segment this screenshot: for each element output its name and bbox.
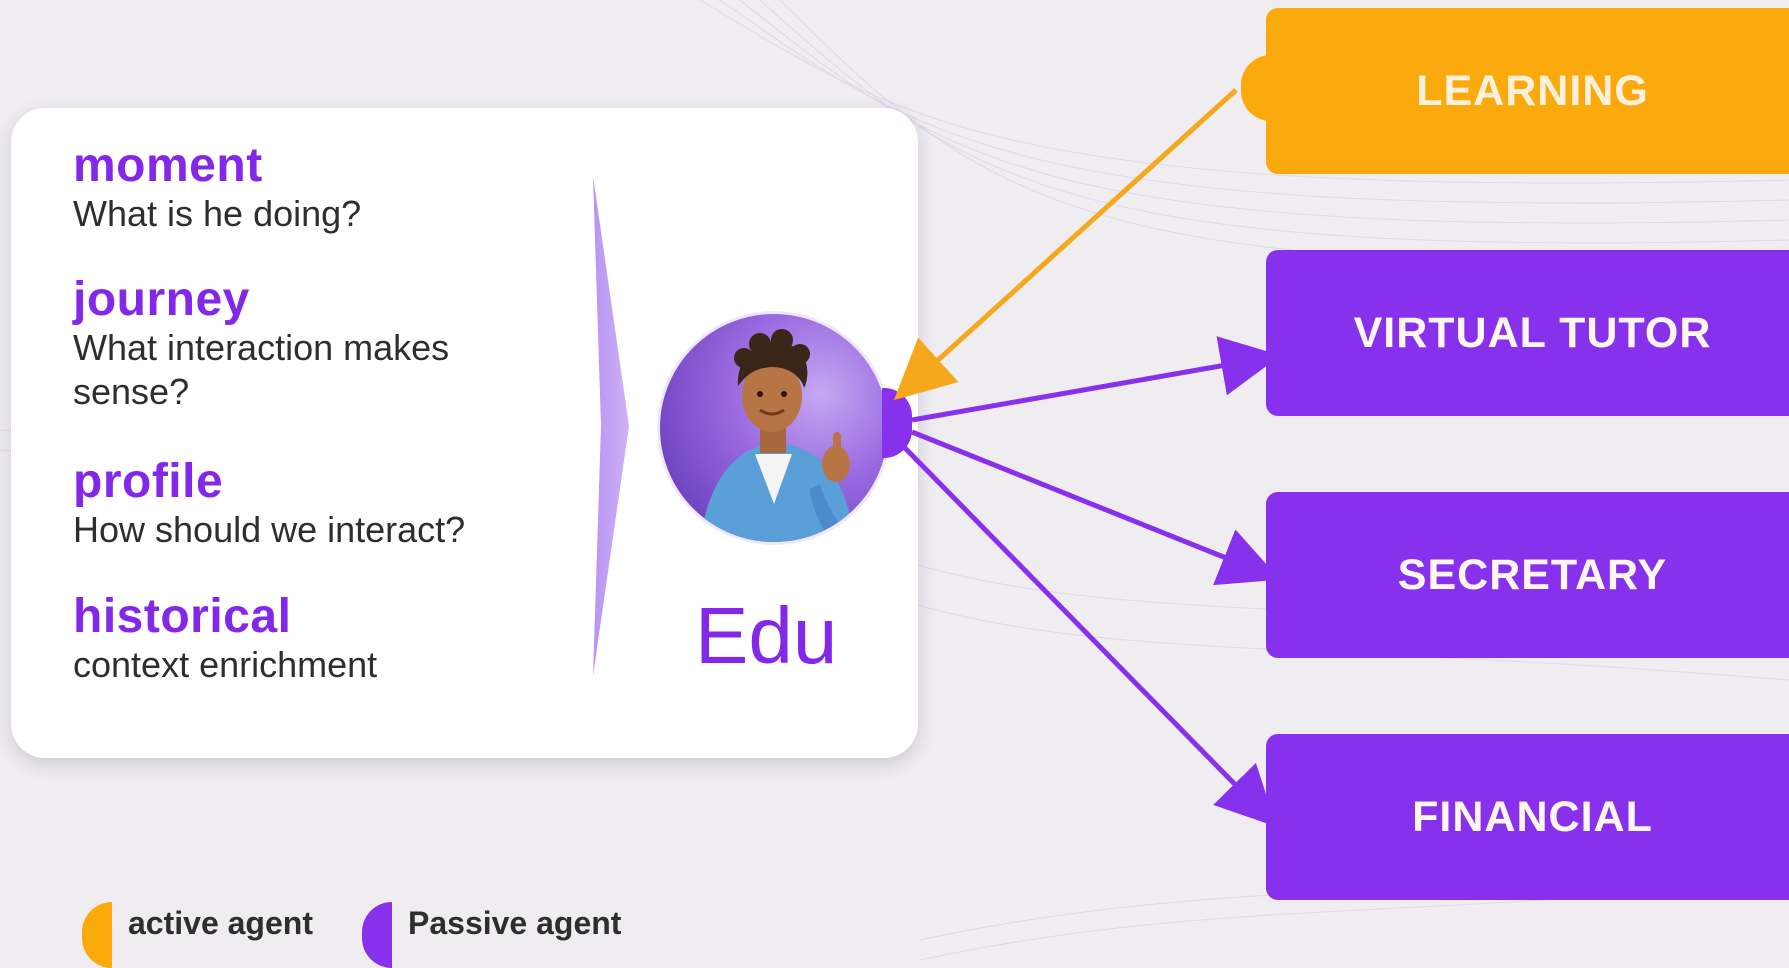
legend-label: Passive agent [408,904,622,941]
agent-label: LEARNING [1416,66,1649,115]
arrow-learning-to-edu [893,88,1238,401]
active-agent-swatch [82,902,112,968]
agent-label: SECRETARY [1397,550,1668,599]
agent-label: VIRTUAL TUTOR [1353,308,1712,357]
legend-passive-agent: Passive agent [362,902,621,968]
agent-secretary[interactable]: SECRETARY [1266,492,1789,658]
agent-financial[interactable]: FINANCIAL [1266,734,1789,900]
arrow-edu-to-tutor [911,336,1281,423]
arrow-edu-to-secretary [911,429,1280,586]
passive-agent-swatch [362,902,392,968]
agent-label: FINANCIAL [1412,792,1653,841]
legend-label: active agent [128,904,313,941]
legend-active-agent: active agent [82,902,313,968]
agent-learning[interactable]: LEARNING [1266,8,1789,174]
agent-virtual-tutor[interactable]: VIRTUAL TUTOR [1266,250,1789,416]
